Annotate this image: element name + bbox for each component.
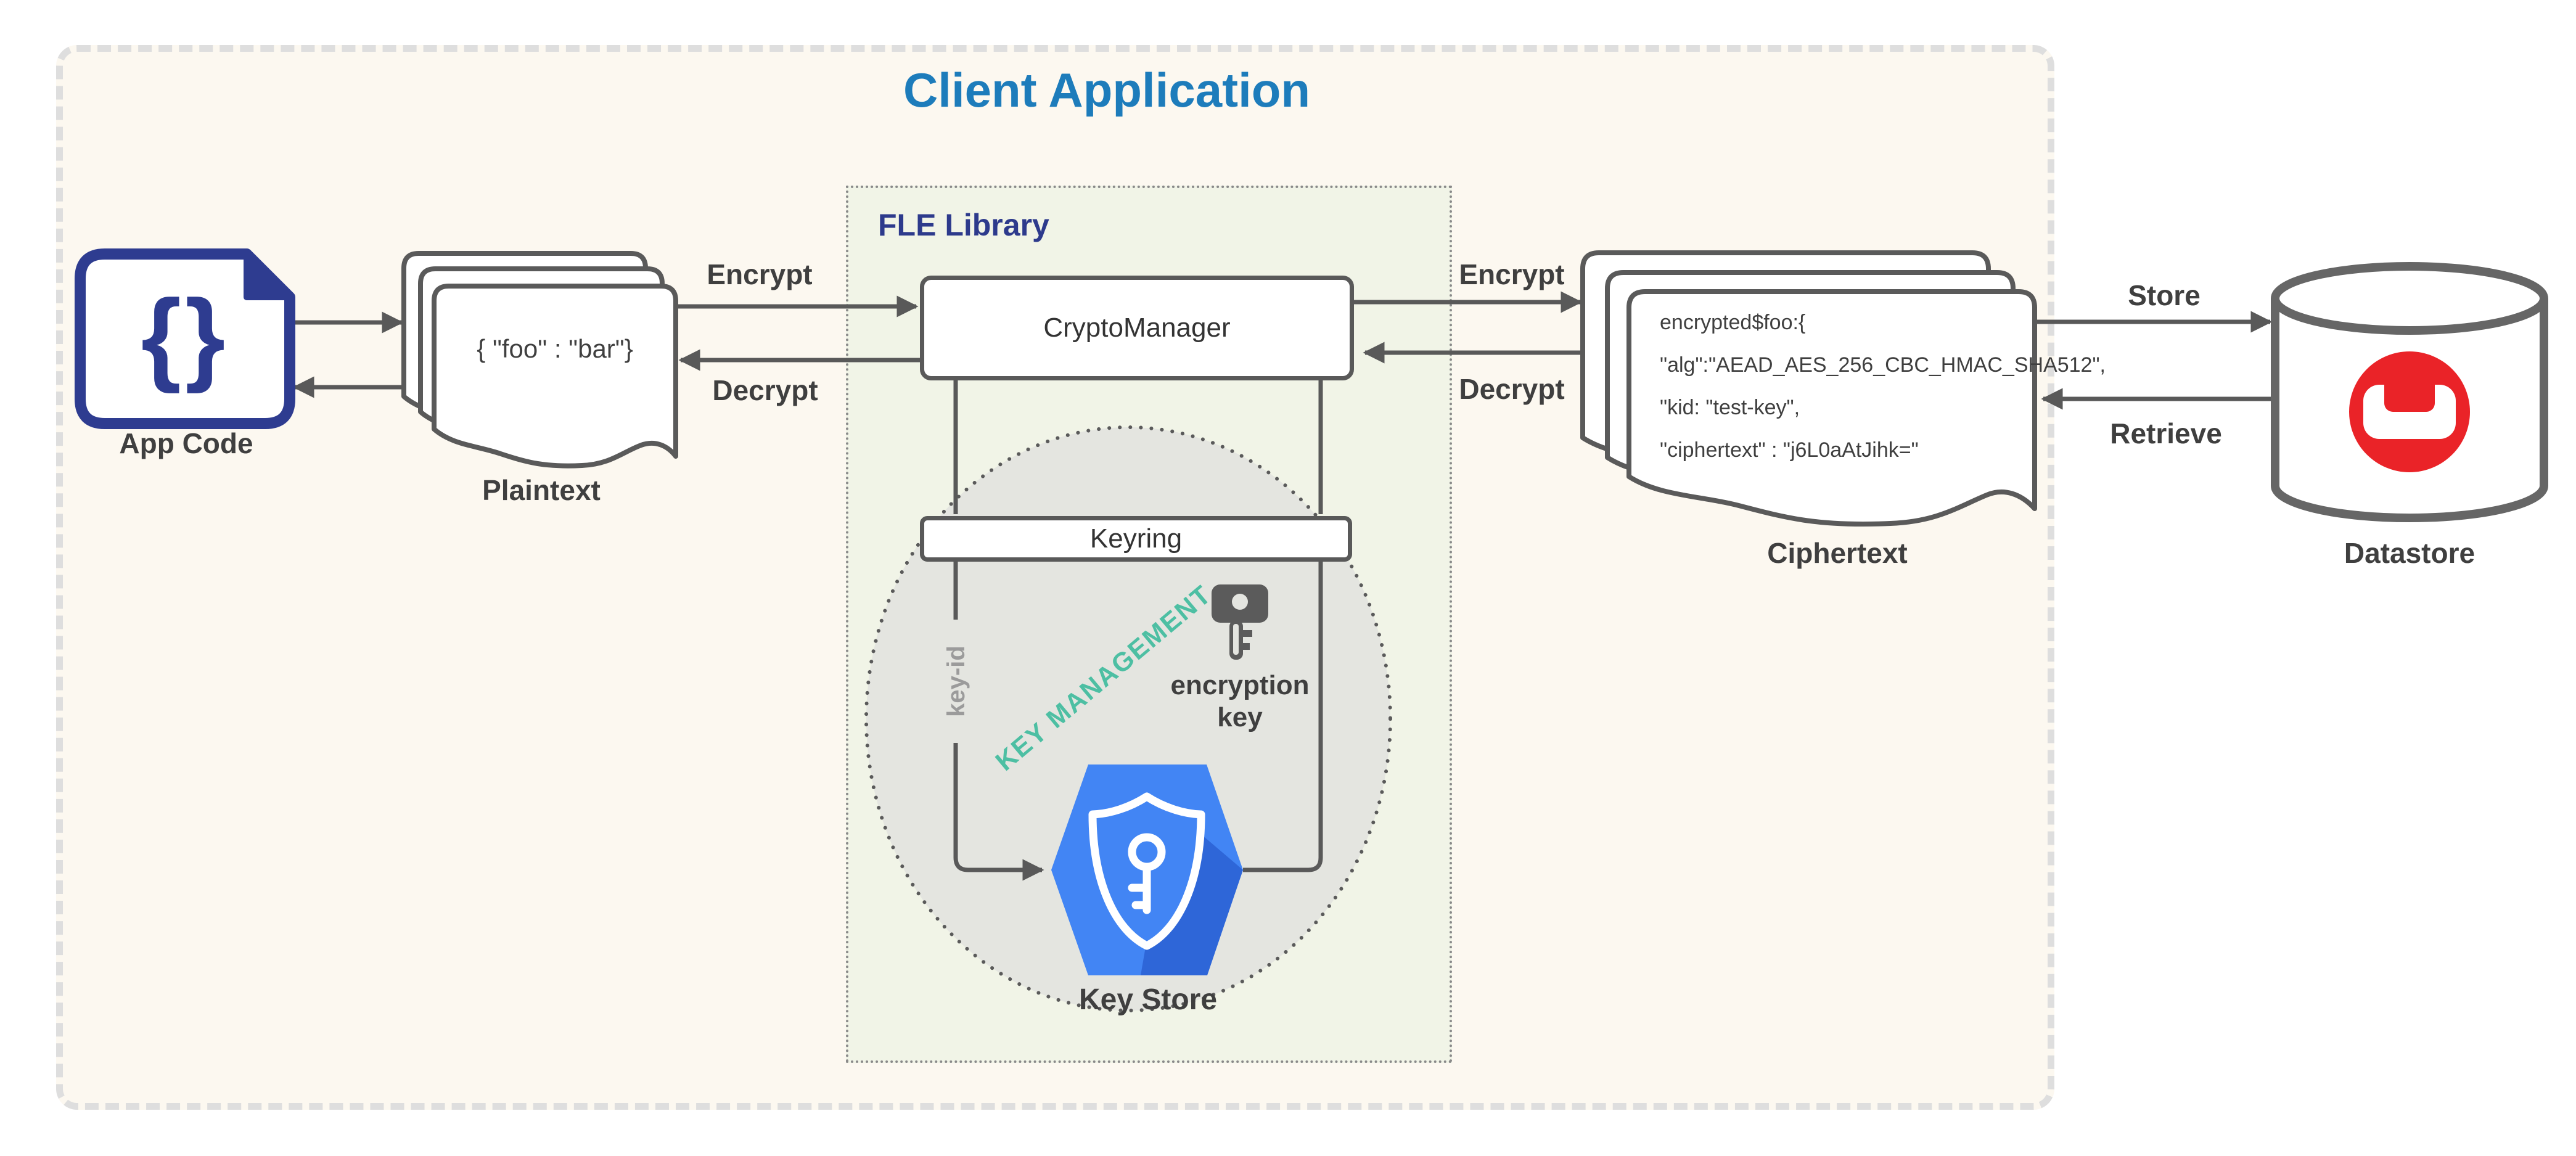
datastore-label: Datastore	[2317, 536, 2502, 570]
page-title: Client Application	[798, 60, 1415, 120]
fle-library-label: FLE Library	[878, 207, 1049, 243]
plaintext-label: Plaintext	[449, 473, 634, 507]
ciphertext-line-3: "kid: "test-key",	[1660, 387, 2037, 429]
ciphertext-content: encrypted$foo:{ "alg":"AEAD_AES_256_CBC_…	[1660, 301, 2037, 472]
encryption-key-label: encryption key	[1159, 670, 1321, 734]
datastore-icon	[2275, 266, 2544, 518]
key-id-label: key-id	[939, 620, 974, 743]
retrieve-label: Retrieve	[2074, 417, 2258, 450]
encrypt-left-label: Encrypt	[667, 258, 852, 291]
ciphertext-line-1: encrypted$foo:{	[1660, 301, 2037, 344]
ciphertext-line-2: "alg":"AEAD_AES_256_CBC_HMAC_SHA512",	[1660, 344, 2037, 387]
crypto-manager-node: CryptoManager	[920, 276, 1354, 380]
decrypt-left-label: Decrypt	[673, 374, 858, 407]
ciphertext-label: Ciphertext	[1745, 536, 1930, 570]
crypto-manager-label: CryptoManager	[1043, 313, 1230, 343]
diagram-canvas: Client Application FLE Library CryptoMan…	[0, 0, 2576, 1156]
decrypt-right-label: Decrypt	[1419, 372, 1604, 406]
datastore-cylinder-top	[2275, 266, 2544, 330]
encrypt-right-label: Encrypt	[1419, 258, 1604, 291]
store-label: Store	[2072, 279, 2257, 312]
plaintext-content: { "foo" : "bar"}	[440, 334, 670, 364]
app-code-braces-glyph: {}	[80, 259, 290, 413]
plaintext-page-front	[434, 286, 676, 466]
keyring-label: Keyring	[1090, 523, 1182, 554]
ciphertext-line-4: "ciphertext" : "j6L0aAtJihk="	[1660, 429, 2037, 472]
key-store-icon	[1051, 765, 1243, 975]
app-code-label: App Code	[81, 427, 291, 460]
diagram-shapes	[0, 0, 2576, 1156]
keyring-node: Keyring	[920, 516, 1352, 562]
key-store-label: Key Store	[1056, 983, 1241, 1017]
